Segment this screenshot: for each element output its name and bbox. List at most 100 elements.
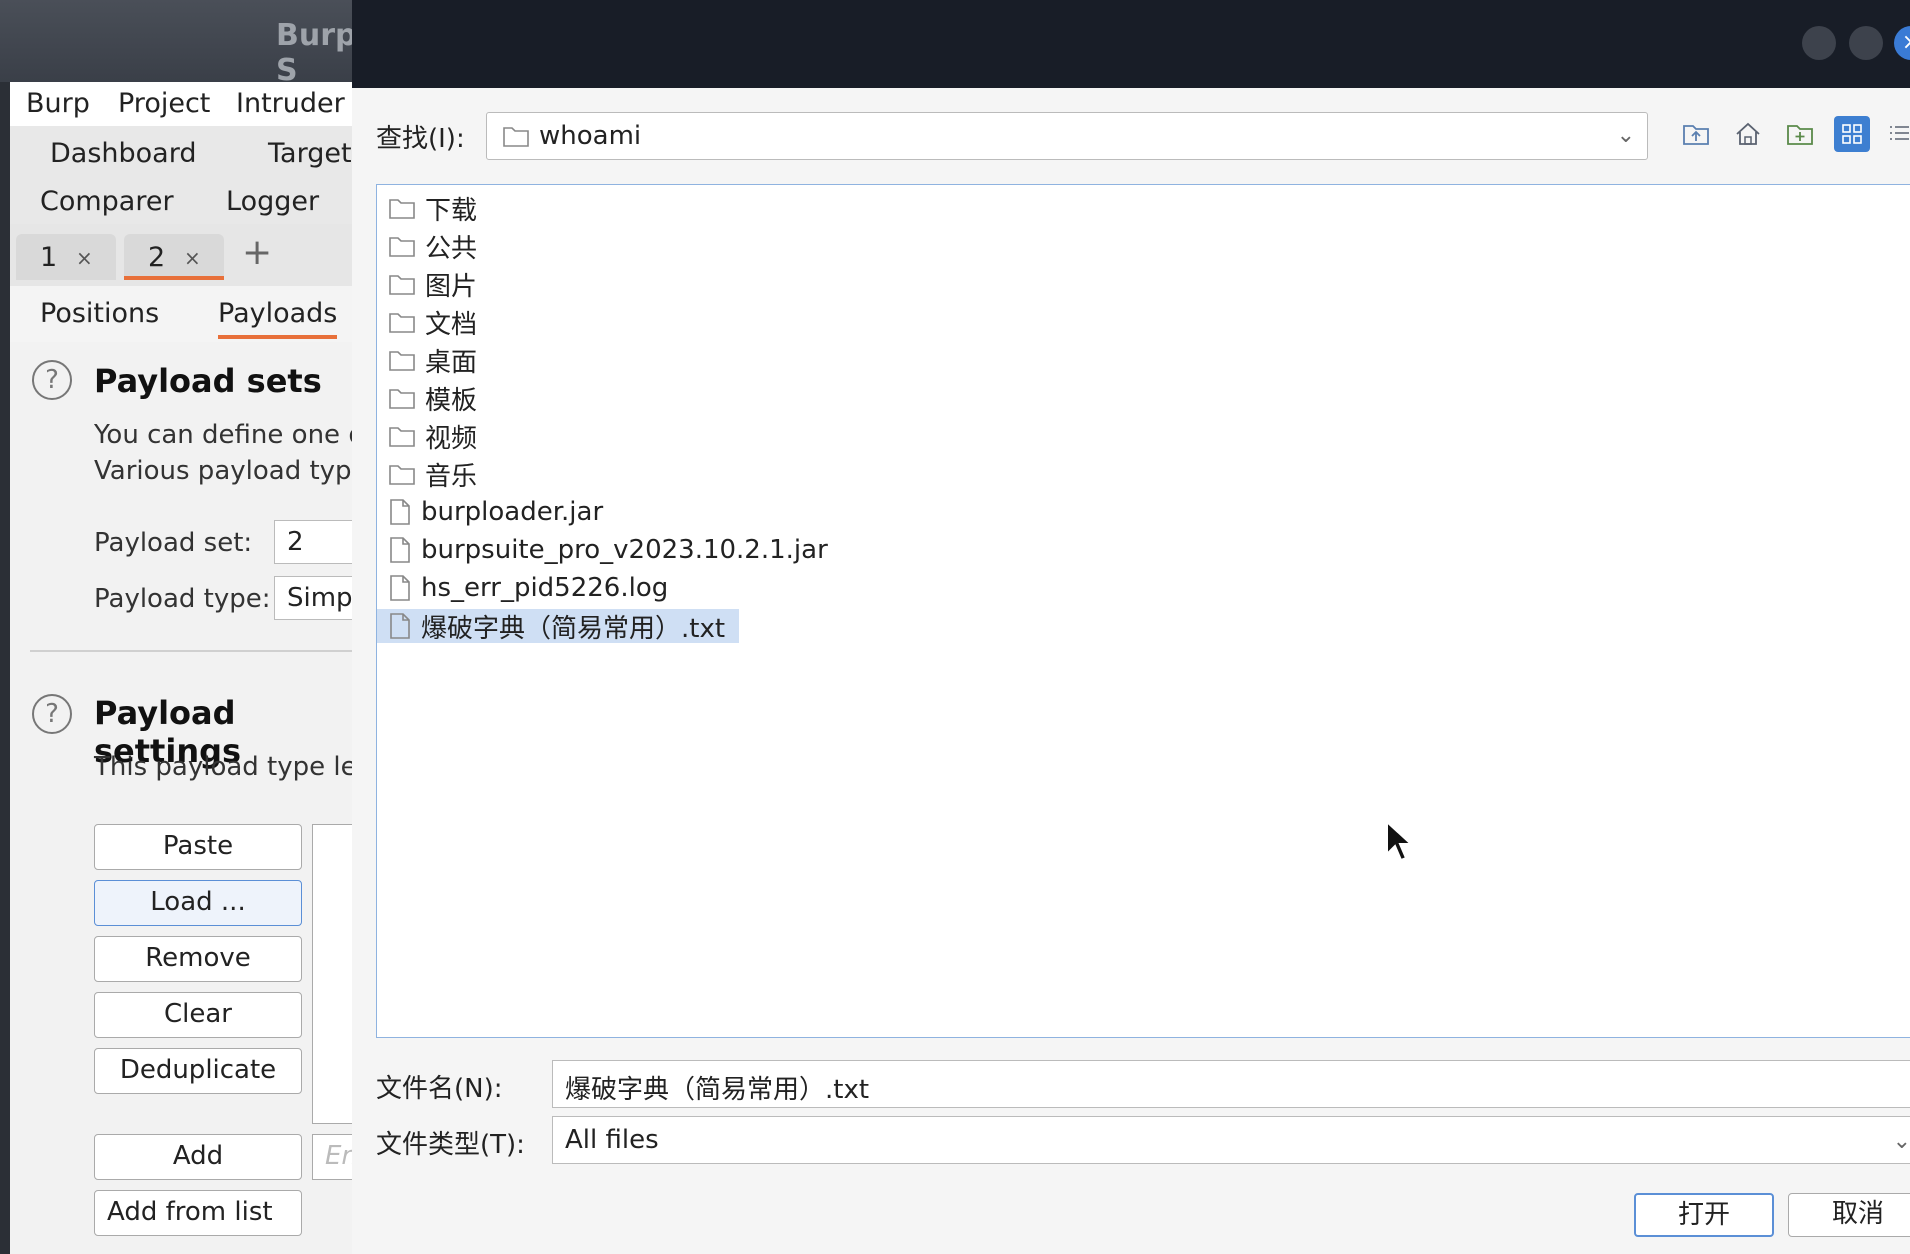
folder-icon (389, 313, 415, 333)
paste-button[interactable]: Paste (94, 824, 302, 870)
help-icon[interactable]: ? (32, 694, 72, 734)
payload-set-select[interactable]: 2 (274, 520, 360, 564)
intruder-tabs: Positions Payloads (10, 286, 360, 342)
file-item[interactable]: hs_err_pid5226.log (377, 571, 682, 605)
up-folder-icon[interactable] (1678, 116, 1714, 152)
file-item-label: 音乐 (425, 461, 478, 492)
attack-tab-2[interactable]: 2 × (124, 234, 224, 280)
folder-item[interactable]: 文档 (377, 305, 491, 340)
folder-icon (503, 127, 529, 147)
help-icon[interactable]: ? (32, 360, 72, 400)
file-item-label: burploader.jar (421, 497, 604, 527)
file-item-label: hs_err_pid5226.log (421, 573, 669, 603)
dialog-titlebar: × (352, 0, 1910, 88)
menu-intruder[interactable]: Intruder (236, 88, 345, 119)
burp-window: Burp S Burp Project Intruder Dashboard T… (0, 0, 360, 1254)
details-view-icon[interactable] (1886, 116, 1910, 152)
menu-project[interactable]: Project (118, 88, 210, 119)
add-tab-icon[interactable]: + (242, 232, 272, 273)
load-button[interactable]: Load ... (94, 880, 302, 926)
tab-dashboard[interactable]: Dashboard (50, 138, 196, 169)
open-button[interactable]: 打开 (1634, 1193, 1774, 1237)
file-item-label: 下载 (425, 195, 478, 226)
tab-payloads[interactable]: Payloads (218, 298, 338, 339)
file-item-label: 文档 (425, 309, 478, 340)
file-list[interactable]: 下载公共图片文档桌面模板视频音乐 burploader.jar burpsuite_… (376, 184, 1910, 1038)
remove-button[interactable]: Remove (94, 936, 302, 982)
window-edge (0, 82, 10, 1254)
file-item-label: 模板 (425, 385, 478, 416)
folder-icon (389, 351, 415, 371)
payload-settings-desc: This payload type lets (94, 752, 360, 782)
file-chooser-dialog: × 查找(I): whoami ⌄ (352, 0, 1910, 1254)
menu-bar: Burp Project Intruder (10, 82, 360, 126)
folder-item[interactable]: 下载 (377, 191, 491, 226)
home-icon[interactable] (1730, 116, 1766, 152)
burp-body: Burp Project Intruder Dashboard Target C… (10, 82, 360, 1254)
payload-sets-desc-1: You can define one or (94, 420, 360, 450)
maximize-icon[interactable] (1849, 26, 1883, 60)
clear-button[interactable]: Clear (94, 992, 302, 1038)
folder-item[interactable]: 公共 (377, 229, 491, 264)
file-icon (390, 575, 410, 601)
file-icon (390, 613, 410, 639)
payload-type-label: Payload type: (94, 584, 271, 614)
file-type-select[interactable]: All files ⌄ (552, 1116, 1910, 1164)
add-from-list-button[interactable]: Add from list ... (94, 1190, 302, 1254)
folder-item[interactable]: 模板 (377, 381, 491, 416)
file-item[interactable]: burploader.jar (377, 495, 617, 529)
close-icon[interactable]: × (184, 246, 201, 270)
mouse-pointer-icon (1386, 820, 1414, 862)
attack-tab-1[interactable]: 1 × (16, 234, 116, 280)
file-item-label: 图片 (425, 271, 478, 302)
file-name-label: 文件名(N): (376, 1074, 503, 1104)
attack-tabs: 1 × 2 × + (10, 224, 360, 286)
file-item[interactable]: 爆破字典（简易常用）.txt (377, 609, 740, 644)
add-button[interactable]: Add (94, 1134, 302, 1180)
deduplicate-button[interactable]: Deduplicate (94, 1048, 302, 1094)
file-item-label: 爆破字典（简易常用）.txt (421, 613, 726, 644)
payload-set-label: Payload set: (94, 528, 253, 558)
folder-icon (389, 237, 415, 257)
file-icon (390, 499, 410, 525)
folder-item[interactable]: 音乐 (377, 457, 491, 492)
new-folder-icon[interactable] (1782, 116, 1818, 152)
folder-item[interactable]: 视频 (377, 419, 491, 454)
file-icon (390, 537, 410, 563)
chevron-down-icon: ⌄ (1892, 1129, 1910, 1154)
folder-item[interactable]: 桌面 (377, 343, 491, 378)
attack-tab-label: 1 (40, 242, 58, 273)
close-icon[interactable]: × (76, 246, 93, 270)
close-icon[interactable]: × (1894, 26, 1910, 60)
file-type-label: 文件类型(T): (376, 1130, 525, 1160)
main-tabs: Dashboard Target Comparer Logger (10, 126, 360, 224)
file-name-field[interactable]: 爆破字典（简易常用）.txt (552, 1060, 1910, 1108)
list-view-icon[interactable] (1834, 116, 1870, 152)
look-in-combo[interactable]: whoami ⌄ (486, 112, 1648, 160)
menu-burp[interactable]: Burp (26, 88, 90, 119)
folder-icon (389, 199, 415, 219)
tab-logger[interactable]: Logger (226, 186, 319, 217)
file-item-label: burpsuite_pro_v2023.10.2.1.jar (421, 535, 828, 565)
file-item-label: 桌面 (425, 347, 478, 378)
attack-tab-label: 2 (148, 242, 166, 273)
tab-comparer[interactable]: Comparer (40, 186, 174, 217)
folder-icon (389, 275, 415, 295)
folder-icon (389, 427, 415, 447)
look-in-value: whoami (539, 121, 642, 151)
file-item[interactable]: burpsuite_pro_v2023.10.2.1.jar (377, 533, 842, 567)
tab-target[interactable]: Target (268, 138, 352, 169)
minimize-icon[interactable] (1802, 26, 1836, 60)
divider (30, 650, 360, 652)
burp-title: Burp S (276, 18, 357, 88)
cancel-button[interactable]: 取消 (1788, 1193, 1910, 1237)
chevron-down-icon: ⌄ (1616, 123, 1635, 148)
folder-item[interactable]: 图片 (377, 267, 491, 302)
tab-positions[interactable]: Positions (40, 298, 159, 329)
folder-icon (389, 389, 415, 409)
payload-sets-desc-2: Various payload type (94, 456, 360, 486)
file-item-label: 公共 (425, 233, 478, 264)
look-in-label: 查找(I): (376, 124, 465, 154)
file-item-label: 视频 (425, 423, 478, 454)
payload-type-select[interactable]: Simpl (274, 576, 360, 620)
